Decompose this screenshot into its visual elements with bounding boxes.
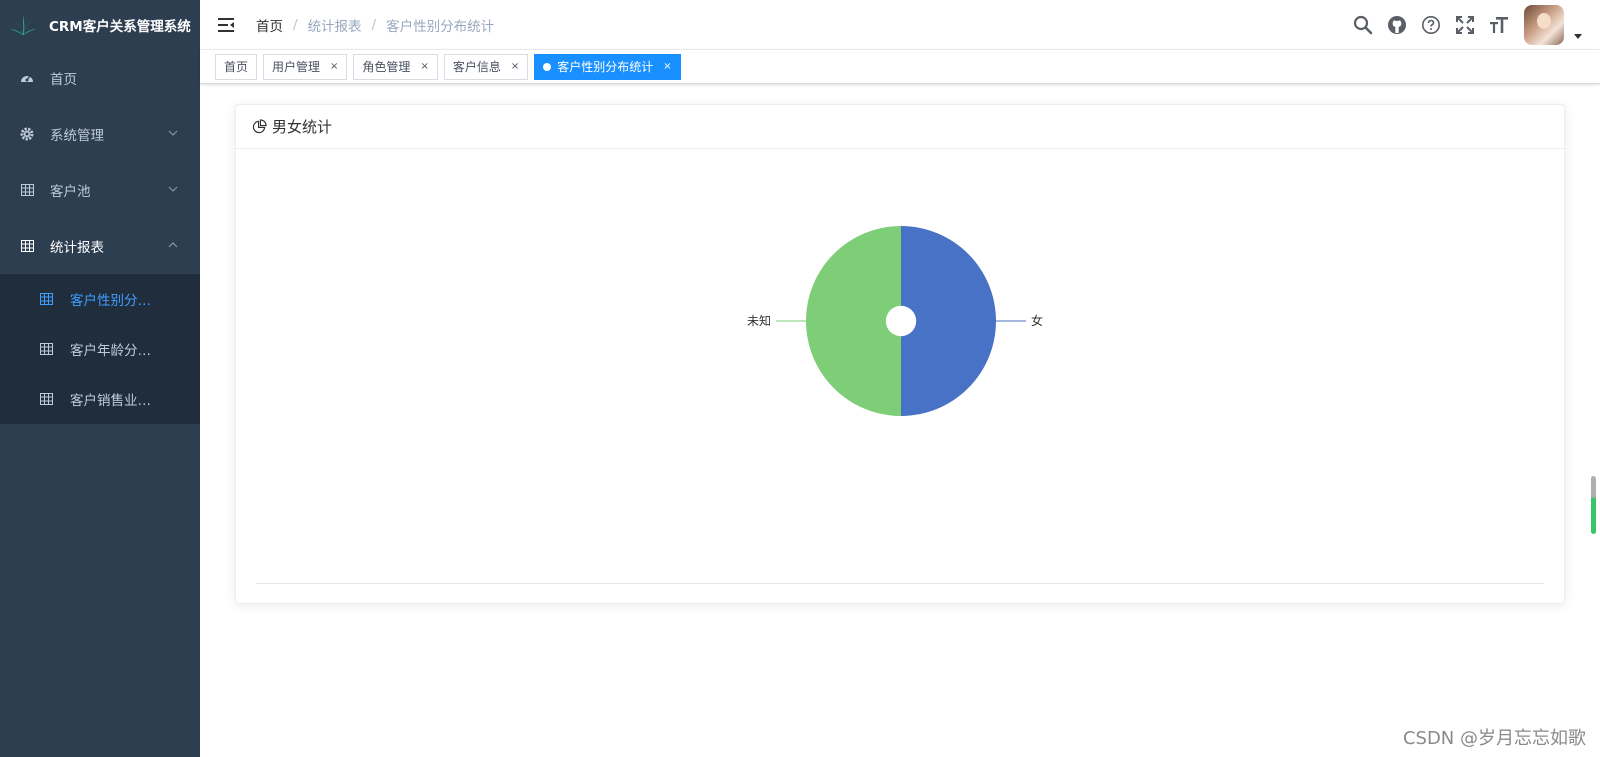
chevron-down-icon: [168, 186, 178, 192]
watermark: CSDN @岁月忘忘如歌: [1402, 728, 1586, 749]
navbar: 首页 / 统计报表 / 客户性别分布统计: [200, 0, 1600, 50]
app-title: CRM客户关系管理系统: [49, 19, 191, 35]
active-dot-icon: [543, 62, 552, 71]
logo-icon: [9, 15, 37, 35]
tag-customer-info[interactable]: 客户信息 ×: [443, 53, 529, 80]
breadcrumb-item-current: 客户性别分布统计: [386, 18, 495, 35]
logo[interactable]: CRM客户关系管理系统: [0, 0, 200, 50]
sidebar-item-label: 统计报表: [50, 240, 104, 256]
avatar[interactable]: [1524, 5, 1564, 45]
sidebar-item-label: 系统管理: [50, 128, 104, 144]
sidebar-item-system[interactable]: 系统管理: [0, 106, 200, 162]
breadcrumb-item-home[interactable]: 首页: [256, 15, 283, 35]
app-root: CRM客户关系管理系统 首页 系统管理 客户池 统计报表 客户性别分… 客户年龄…: [0, 0, 1600, 757]
chart-card: 男女统计 女 未知: [235, 104, 1565, 604]
table-icon: [20, 239, 34, 253]
tag-role-management[interactable]: 角色管理 ×: [353, 53, 438, 80]
table-icon: [40, 392, 54, 406]
tags-view: 首页 用户管理 × 角色管理 × 客户信息 × 客户性别分布统计 ×: [200, 50, 1600, 84]
tag-gender-stats[interactable]: 客户性别分布统计 ×: [534, 53, 681, 80]
chevron-up-icon: [168, 242, 178, 248]
dashboard-icon: [20, 71, 34, 85]
table-icon: [40, 342, 54, 356]
chevron-down-icon: [168, 130, 178, 136]
tag-label: 角色管理: [362, 59, 411, 74]
user-menu[interactable]: [1524, 5, 1582, 45]
sidebar-subitem-label: 客户销售业…: [70, 393, 151, 409]
sidebar-subitem-label: 客户年龄分…: [70, 343, 151, 359]
close-icon[interactable]: ×: [330, 55, 338, 79]
tag-label: 首页: [224, 59, 249, 74]
breadcrumb-separator: /: [293, 16, 298, 33]
card-title: 男女统计: [272, 118, 333, 136]
close-icon[interactable]: ×: [511, 55, 519, 79]
scroll-indicator[interactable]: [1591, 476, 1596, 534]
sidebar-item-reports[interactable]: 统计报表: [0, 218, 200, 274]
card-divider: [256, 583, 1544, 584]
tag-label: 客户性别分布统计: [557, 59, 654, 74]
breadcrumb-separator: /: [371, 16, 377, 33]
close-icon[interactable]: ×: [420, 55, 428, 79]
hamburger-icon[interactable]: [216, 15, 236, 35]
breadcrumb: 首页 / 统计报表 / 客户性别分布统计: [256, 15, 494, 35]
pie-slice[interactable]: [806, 226, 901, 416]
sidebar-item-label: 客户池: [50, 184, 91, 200]
pie-label: 女: [1031, 313, 1043, 328]
sidebar-item-label: 首页: [50, 72, 77, 88]
sidebar-subitem-gender[interactable]: 客户性别分…: [0, 274, 200, 324]
fullscreen-icon[interactable]: [1448, 0, 1482, 50]
gear-icon: [20, 127, 34, 141]
submenu-reports: 客户性别分… 客户年龄分… 客户销售业…: [0, 274, 200, 424]
github-icon[interactable]: [1380, 0, 1414, 50]
right-menu: [1346, 0, 1600, 50]
close-icon[interactable]: ×: [663, 55, 671, 79]
sidebar-subitem-sales[interactable]: 客户销售业…: [0, 374, 200, 424]
sidebar-subitem-age[interactable]: 客户年龄分…: [0, 324, 200, 374]
card-header: 男女统计: [236, 105, 1564, 149]
tag-home[interactable]: 首页: [215, 53, 258, 80]
sidebar: CRM客户关系管理系统 首页 系统管理 客户池 统计报表 客户性别分… 客户年龄…: [0, 0, 200, 757]
pie-chart-icon: [252, 119, 267, 134]
tag-label: 用户管理: [272, 59, 321, 74]
sidebar-subitem-label: 客户性别分…: [70, 293, 151, 309]
sidebar-item-customer-pool[interactable]: 客户池: [0, 162, 200, 218]
caret-down-icon: [1574, 33, 1582, 39]
table-icon: [40, 292, 54, 306]
pie-chart: 女 未知: [747, 226, 1043, 416]
search-icon[interactable]: [1346, 0, 1380, 50]
tag-user-management[interactable]: 用户管理 ×: [263, 53, 348, 80]
breadcrumb-item-reports: 统计报表: [307, 18, 362, 35]
pie-slice[interactable]: [901, 226, 996, 416]
sidebar-item-home[interactable]: 首页: [0, 50, 200, 106]
table-icon: [20, 183, 34, 197]
help-icon[interactable]: [1414, 0, 1448, 50]
pie-label: 未知: [747, 314, 771, 328]
tag-label: 客户信息: [452, 59, 501, 74]
font-size-icon[interactable]: [1482, 0, 1516, 50]
